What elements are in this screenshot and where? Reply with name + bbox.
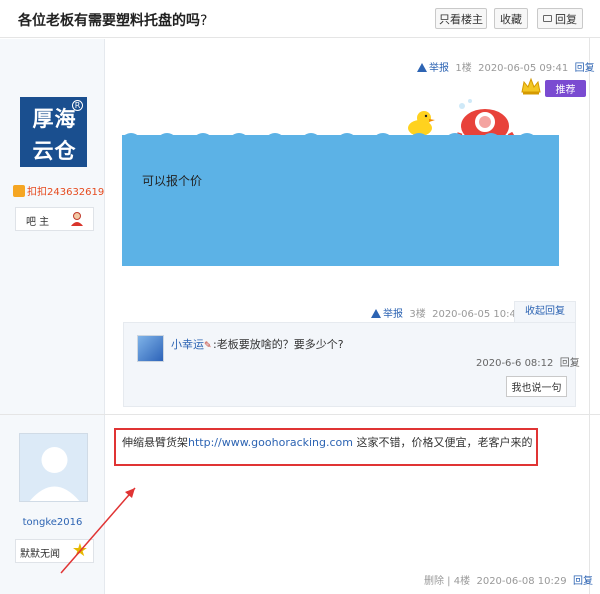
reply-button[interactable]: 回复 <box>537 8 583 29</box>
thread-title: 各位老板有需要塑料托盘的吗? <box>18 13 208 29</box>
divider <box>589 38 590 594</box>
post-text: 可以报个价 <box>142 174 203 188</box>
floor1-reply-link[interactable]: 回复 <box>575 63 595 74</box>
sub-reply-panel: 小幸运✎ :老板要放啥的？要多少个? 2020-6-6 08:12 回复 我也说… <box>123 322 580 407</box>
crown-icon <box>521 77 541 95</box>
user-badge-icon: ✎ <box>204 341 212 351</box>
recommend-badge[interactable]: 推荐 <box>545 80 586 97</box>
report-link[interactable]: 举报 <box>383 309 403 320</box>
floor3-meta: 举报 3楼 2020-06-05 10:47 <box>371 305 522 320</box>
floor4-reply-link[interactable]: 回复 <box>573 576 593 587</box>
role-badge: 吧 主 <box>15 207 94 231</box>
annotation-arrow <box>60 487 136 574</box>
floor1-meta: 举报 1楼 2020-06-05 09:41 回复 <box>417 59 595 74</box>
sub-reply-meta: 2020-6-6 08:12 回复 <box>476 358 580 369</box>
avatar[interactable]: R 厚海 云仓 <box>20 97 87 167</box>
delete-link[interactable]: 删除 <box>424 576 444 587</box>
comment-icon <box>543 15 552 22</box>
qq-contact[interactable]: 扣扣243632619 <box>13 183 104 198</box>
sub-reply-avatar[interactable] <box>137 335 164 362</box>
sub-reply-user[interactable]: 小幸运✎ <box>171 336 212 352</box>
wave-border <box>122 133 559 141</box>
floor4-meta: 删除 | 4楼 2020-06-08 10:29 回复 <box>424 576 593 587</box>
say-something-button[interactable]: 我也说一句 <box>506 376 567 397</box>
sub-reply-link[interactable]: 回复 <box>560 358 580 369</box>
report-link[interactable]: 举报 <box>429 63 449 74</box>
person-icon <box>71 212 83 226</box>
thread-header: 各位老板有需要塑料托盘的吗? 只看楼主 收藏 回复 <box>0 0 600 38</box>
post-divider <box>0 414 600 415</box>
only-op-button[interactable]: 只看楼主 <box>435 8 487 29</box>
report-icon <box>371 309 381 318</box>
qq-icon <box>13 185 25 197</box>
highlight-box <box>114 428 538 466</box>
post-content-card: 可以报个价 <box>122 133 559 266</box>
report-icon <box>417 63 427 72</box>
collapse-replies-button[interactable]: 收起回复 <box>514 301 576 323</box>
sub-reply-text: :老板要放啥的？要多少个? <box>213 338 344 351</box>
favorite-button[interactable]: 收藏 <box>494 8 528 29</box>
